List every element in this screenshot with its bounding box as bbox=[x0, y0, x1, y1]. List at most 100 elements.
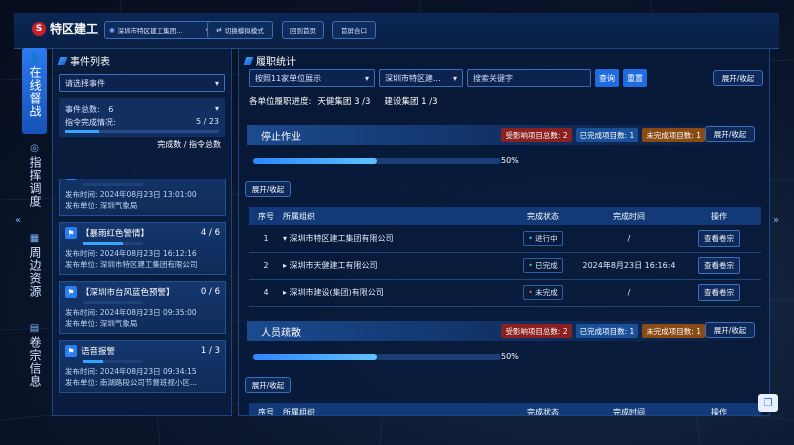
event-progress-fill bbox=[83, 360, 103, 363]
event-list-panel: 事件列表 请选择事件 ▾ 事件总数: 6 ▾ 指令完成情况: 5 / 23 完成… bbox=[52, 48, 232, 416]
total-label: 事件总数: bbox=[65, 105, 100, 114]
row-status-cell: • 已完成 bbox=[505, 252, 581, 280]
column-header: 序号 bbox=[249, 207, 283, 225]
count-tag: 已完成项目数: 1 bbox=[575, 128, 639, 142]
reset-button[interactable]: 重置 bbox=[623, 69, 647, 87]
collapse-right-icon[interactable]: » bbox=[773, 215, 779, 226]
column-header: 完成时间 bbox=[581, 403, 677, 415]
event-unit: 发布单位: 深圳气象局 bbox=[65, 319, 138, 328]
event-card[interactable]: ⚑ 【深圳市台风蓝色预警】 0 / 6 发布时间: 2024年08月23日 09:35… bbox=[59, 281, 226, 334]
status-text: 进行中 bbox=[535, 233, 558, 243]
event-progress-bar bbox=[83, 301, 143, 304]
event-card[interactable]: ⚑ 【暴雨红色警情】 4 / 6 发布时间: 2024年08月23日 16:12:16… bbox=[59, 222, 226, 275]
org-select-value: 深圳市特区建工集团... bbox=[117, 27, 183, 35]
alert-icon: ⚑ bbox=[65, 179, 77, 180]
table-row: 1 ▾ 深圳市特区建工集团有限公司 • 进行中 / 查看卷宗 bbox=[249, 225, 761, 253]
search-input[interactable]: 搜索关键字 bbox=[467, 69, 591, 87]
sub-toggle-button[interactable]: 展开/收起 bbox=[245, 377, 291, 393]
status-badge: • 未完成 bbox=[523, 285, 563, 300]
book-icon: ▤ bbox=[29, 323, 40, 334]
section-toggle-button[interactable]: 展开/收起 bbox=[705, 126, 755, 142]
column-header: 操作 bbox=[677, 207, 761, 225]
status-text: 未完成 bbox=[535, 288, 558, 297]
switch-icon: ⇄ bbox=[216, 26, 222, 34]
section-percent: 50% bbox=[501, 156, 519, 165]
progress-item: 建设集团 1 /3 bbox=[384, 97, 438, 107]
event-card-header: ⚑ 语音报警 1 / 3 bbox=[65, 345, 220, 357]
nav-command-dispatch[interactable]: ◎ 指挥调度 bbox=[22, 138, 47, 224]
sort-select-value: 按照11家单位展示 bbox=[255, 73, 322, 83]
row-org[interactable]: ▸ 深圳市天健建工有限公司 bbox=[283, 252, 505, 280]
toggle-label: 展开/收起 bbox=[713, 129, 747, 139]
home-button[interactable]: 回到首页 bbox=[282, 21, 324, 39]
view-dossier-button[interactable]: 查看卷宗 bbox=[698, 229, 740, 247]
event-select-placeholder: 请选择事件 bbox=[65, 78, 105, 88]
sub-toggle-label: 展开/收起 bbox=[251, 380, 285, 390]
status-text: 已完成 bbox=[535, 261, 558, 270]
event-unit: 发布单位: 深圳市特区建工集团有限公司 bbox=[65, 260, 198, 269]
chevron-down-icon: ▾ bbox=[364, 73, 369, 83]
document-icon[interactable]: ❐ bbox=[758, 394, 778, 412]
event-card[interactable]: ⚑ 语音报警 1 / 3 发布时间: 2024年08月23日 09:34:15 发布单位… bbox=[59, 340, 226, 393]
search-button[interactable]: 查询 bbox=[595, 69, 619, 87]
org-filter-select[interactable]: 深圳市特区建... ▾ bbox=[379, 69, 463, 87]
column-header: 序号 bbox=[249, 403, 283, 415]
switch-mode-label: 切换模拟模式 bbox=[224, 27, 264, 35]
section-progress-bar bbox=[253, 354, 501, 360]
section-header: 人员疏散 受影响项目总数: 2 已完成项目数: 1 未完成项目数: 1 bbox=[247, 321, 763, 341]
nav-nearby-resources[interactable]: ▦ 周边资源 bbox=[22, 228, 47, 314]
view-dossier-button[interactable]: 查看卷宗 bbox=[698, 284, 740, 301]
chevron-down-icon[interactable]: ▾ bbox=[215, 104, 219, 115]
section-progress-fill bbox=[253, 158, 377, 164]
expand-all-button[interactable]: 展开/收起 bbox=[713, 70, 763, 86]
nav-dossier-info[interactable]: ▤ 卷宗信息 bbox=[22, 318, 47, 404]
event-select[interactable]: 请选择事件 ▾ bbox=[59, 74, 225, 92]
sort-select[interactable]: 按照11家单位展示 ▾ bbox=[249, 69, 375, 87]
radar-icon: ◎ bbox=[30, 143, 39, 154]
section-progress-fill bbox=[253, 354, 377, 360]
table-row: 2 ▸ 深圳市天健建工有限公司 • 已完成 2024年8月23日 16:16:4 查看卷… bbox=[249, 252, 761, 280]
sub-toggle-button[interactable]: 展开/收起 bbox=[245, 181, 291, 197]
row-time: / bbox=[581, 225, 677, 253]
table-row: 4 ▸ 深圳市建设(集团)有限公司 • 未完成 / 查看卷宗 bbox=[249, 279, 761, 307]
chevron-down-icon: ▾ bbox=[452, 73, 457, 83]
toggle-label: 展开/收起 bbox=[713, 325, 747, 335]
column-header: 完成状态 bbox=[505, 403, 581, 415]
event-card[interactable]: ⚑ 【...】发布时间: 2024年08月23日 13:01:00 发布单位: 深圳… bbox=[59, 179, 226, 216]
logo-text: 特区建工 bbox=[50, 22, 99, 36]
org-table: 序号 所属组织 完成状态 完成时间 操作 bbox=[249, 403, 761, 415]
event-count: 4 / 6 bbox=[200, 228, 220, 238]
row-number: 1 bbox=[249, 225, 283, 253]
column-header: 完成时间 bbox=[581, 207, 677, 225]
table-header-row: 序号 所属组织 完成状态 完成时间 操作 bbox=[249, 403, 761, 415]
org-select[interactable]: ◉ 深圳市特区建工集团... ▾ bbox=[104, 21, 214, 39]
view-dossier-button[interactable]: 查看卷宗 bbox=[698, 257, 740, 274]
org-progress-line: 各单位履职进度: 天健集团 3 /3 建设集团 1 /3 bbox=[249, 95, 438, 107]
column-header: 所属组织 bbox=[283, 403, 505, 415]
column-header: 所属组织 bbox=[283, 207, 505, 225]
person-icon: 👤 bbox=[28, 53, 41, 64]
main-title: 履职统计 bbox=[256, 57, 296, 68]
search-button-label: 查询 bbox=[599, 73, 615, 83]
nav-label: 在线督战 bbox=[28, 66, 42, 118]
nav-online-supervision[interactable]: 👤 在线督战 bbox=[22, 48, 47, 134]
completion-progress-fill bbox=[65, 130, 99, 133]
count-tag: 受影响项目总数: 2 bbox=[501, 324, 572, 338]
section-toggle-button[interactable]: 展开/收起 bbox=[705, 322, 755, 338]
section-marker-icon bbox=[243, 56, 254, 65]
section-header: 停止作业 受影响项目总数: 2 已完成项目数: 1 未完成项目数: 1 bbox=[247, 125, 763, 145]
event-card-header: ⚑ 【...】 bbox=[65, 179, 220, 180]
event-title: 【深圳市台风蓝色预警】 bbox=[81, 288, 175, 298]
nav-label: 周边资源 bbox=[28, 246, 42, 298]
completion-value: 5 / 23 bbox=[195, 117, 219, 126]
switch-mode-button[interactable]: ⇄ 切换模拟模式 bbox=[207, 21, 273, 39]
row-time: 2024年8月23日 16:16:4 bbox=[581, 252, 677, 280]
row-action-cell: 查看卷宗 bbox=[677, 225, 761, 253]
screen-button[interactable]: 首屏合口 bbox=[332, 21, 376, 39]
status-badge: • 已完成 bbox=[523, 258, 563, 273]
home-label: 回到首页 bbox=[290, 27, 316, 35]
collapse-left-icon[interactable]: « bbox=[15, 215, 21, 226]
table-header-row: 序号 所属组织 完成状态 完成时间 操作 bbox=[249, 207, 761, 225]
row-org[interactable]: ▾ 深圳市特区建工集团有限公司 bbox=[283, 225, 505, 253]
row-org[interactable]: ▸ 深圳市建设(集团)有限公司 bbox=[283, 279, 505, 307]
